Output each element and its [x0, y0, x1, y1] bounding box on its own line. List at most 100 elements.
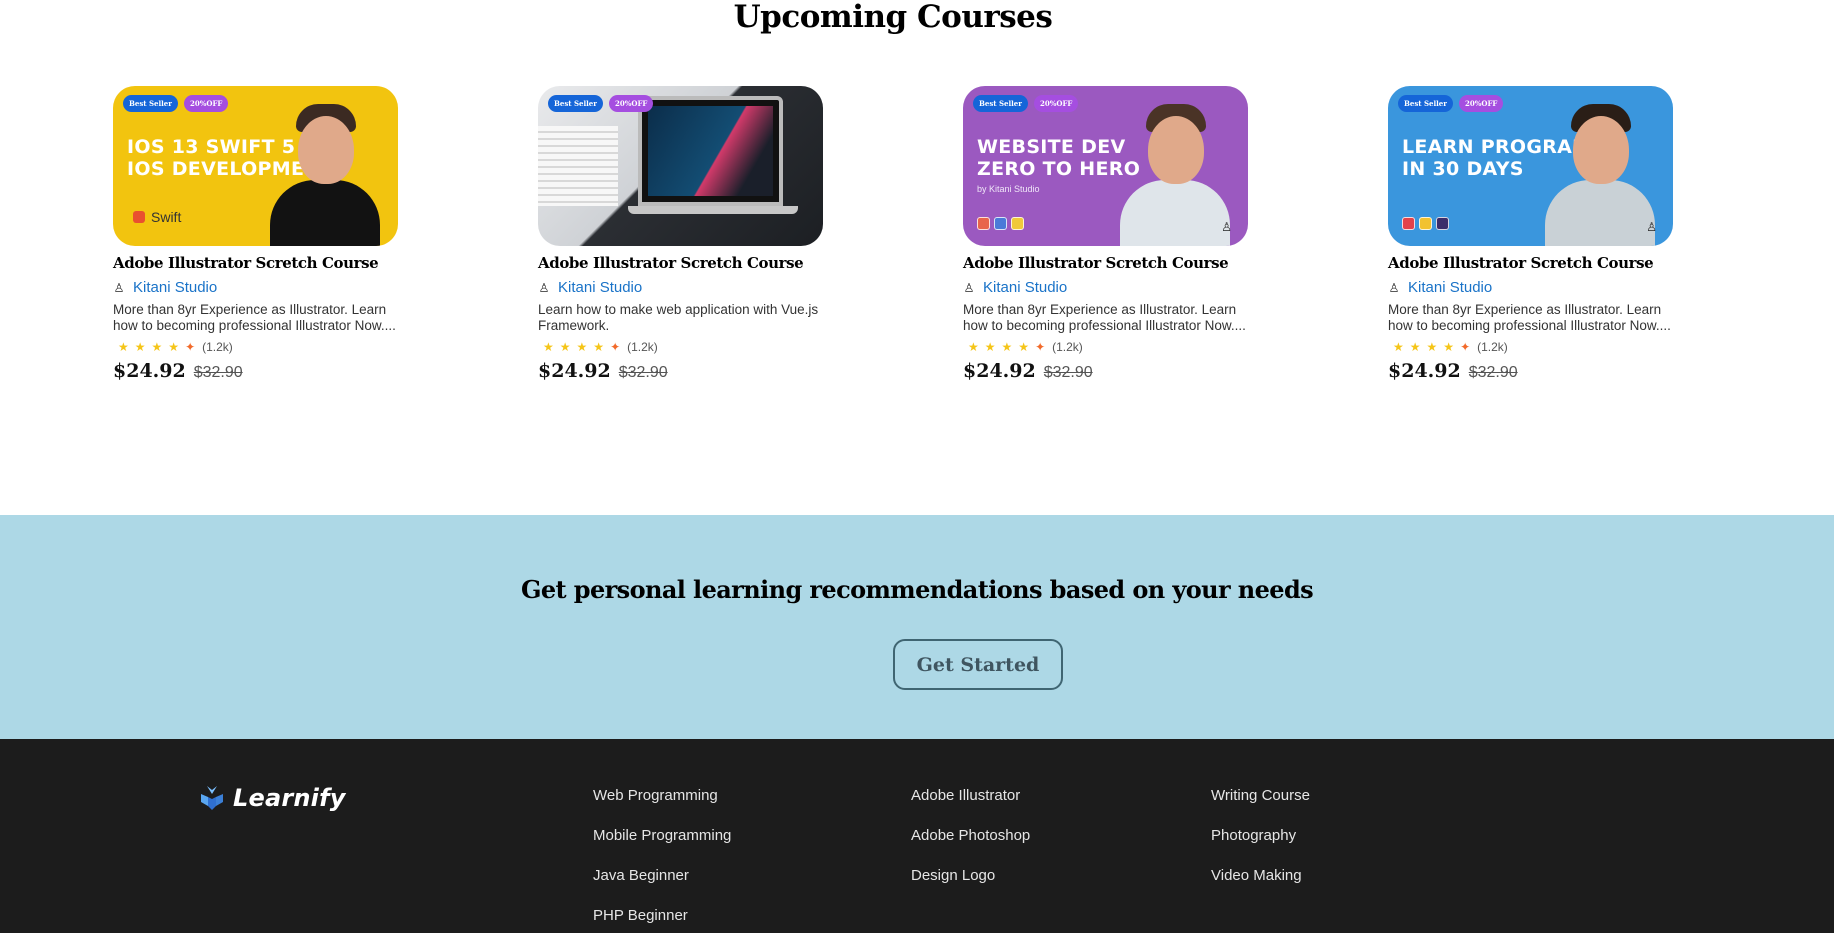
star-icon: ★: [118, 340, 129, 354]
star-icon: ★: [1443, 340, 1455, 354]
author-link[interactable]: Kitani Studio: [558, 279, 642, 296]
star-icon: ★: [576, 340, 588, 354]
price: $24.92: [963, 360, 1036, 382]
price-row: $24.92 $32.90: [963, 360, 1248, 382]
section-title: Upcoming Courses: [733, 0, 1053, 35]
author-link[interactable]: Kitani Studio: [983, 279, 1067, 296]
js-icon: [1011, 217, 1024, 230]
discount-badge: 20%OFF: [608, 95, 654, 112]
footer-link[interactable]: PHP Beginner: [593, 908, 731, 924]
star-icon: ★: [984, 340, 996, 354]
tool-icons: [977, 217, 1024, 230]
author-link[interactable]: Kitani Studio: [133, 279, 217, 296]
star-icon: ★: [1018, 340, 1030, 354]
star-icon: ★: [168, 340, 180, 354]
brand-name: Learnify: [233, 784, 346, 812]
half-star-icon: ✦: [1460, 340, 1471, 354]
get-started-button[interactable]: Get Started: [893, 639, 1063, 690]
best-seller-badge: Best Seller: [1398, 95, 1453, 112]
user-icon: ♙: [963, 280, 975, 295]
half-star-icon: ✦: [185, 340, 196, 354]
course-card[interactable]: Best Seller 20%OFF LEARN PROGRAMI IN 30 …: [1388, 86, 1673, 382]
star-icon: ★: [134, 340, 146, 354]
instructor-photo: [1545, 96, 1655, 246]
course-card[interactable]: Best Seller 20%OFF Adobe Illustrator Scr…: [538, 86, 823, 382]
price-row: $24.92 $32.90: [1388, 360, 1673, 382]
course-description: More than 8yr Experience as Illustrator.…: [113, 302, 396, 333]
trophy-icon: [1419, 217, 1432, 230]
swift-tag: Swift: [133, 209, 181, 225]
footer-link[interactable]: Video Making: [1211, 868, 1310, 884]
footer-link[interactable]: Design Logo: [911, 868, 1030, 884]
user-icon: ♙: [1646, 220, 1657, 234]
star-icon: ★: [151, 340, 163, 354]
user-icon: ♙: [113, 280, 125, 295]
footer-link[interactable]: Adobe Photoshop: [911, 828, 1030, 844]
instructor-photo: [1120, 96, 1230, 246]
css-icon: [994, 217, 1007, 230]
price-row: $24.92 $32.90: [538, 360, 823, 382]
star-icon: ★: [1426, 340, 1438, 354]
course-thumbnail[interactable]: Best Seller 20%OFF LEARN PROGRAMI IN 30 …: [1388, 86, 1673, 246]
star-icon: ★: [968, 340, 979, 354]
discount-badge: 20%OFF: [183, 95, 229, 112]
footer-link[interactable]: Adobe Illustrator: [911, 788, 1030, 804]
best-seller-badge: Best Seller: [123, 95, 178, 112]
price: $24.92: [113, 360, 186, 382]
course-description: More than 8yr Experience as Illustrator.…: [963, 302, 1246, 333]
course-rating: ★ ★ ★ ★ ✦ (1.2k): [113, 340, 398, 354]
star-icon: ★: [593, 340, 605, 354]
banner-title: Get personal learning recommendations ba…: [520, 575, 1314, 604]
recommendations-banner: Get personal learning recommendations ba…: [0, 515, 1834, 739]
star-icon: ★: [1393, 340, 1404, 354]
course-title[interactable]: Adobe Illustrator Scretch Course: [538, 254, 823, 272]
course-rating: ★ ★ ★ ★ ✦ (1.2k): [538, 340, 823, 354]
brand-logo[interactable]: Learnify: [199, 784, 346, 812]
best-seller-badge: Best Seller: [973, 95, 1028, 112]
old-price: $32.90: [1043, 364, 1093, 381]
course-thumbnail[interactable]: Best Seller 20%OFF WEBSITE DEV ZERO TO H…: [963, 86, 1248, 246]
course-card[interactable]: Best Seller 20%OFF WEBSITE DEV ZERO TO H…: [963, 86, 1248, 382]
old-price: $32.90: [193, 364, 243, 381]
books-illustration: [538, 126, 618, 206]
star-icon: ★: [543, 340, 554, 354]
course-title[interactable]: Adobe Illustrator Scretch Course: [1388, 254, 1673, 272]
learnify-logo-icon: [201, 786, 223, 810]
user-icon: ♙: [538, 280, 550, 295]
swift-logo-icon: [133, 211, 145, 223]
footer-link[interactable]: Photography: [1211, 828, 1310, 844]
thumbnail-subtitle: by Kitani Studio: [977, 184, 1040, 194]
star-icon: ★: [559, 340, 571, 354]
footer-link[interactable]: Web Programming: [593, 788, 731, 804]
price-row: $24.92 $32.90: [113, 360, 398, 382]
course-rating: ★ ★ ★ ★ ✦ (1.2k): [963, 340, 1248, 354]
course-author: ♙ Kitani Studio: [113, 279, 398, 296]
course-description: Learn how to make web application with V…: [538, 302, 819, 333]
course-title[interactable]: Adobe Illustrator Scretch Course: [113, 254, 398, 272]
half-star-icon: ✦: [610, 340, 621, 354]
instructor-photo: [270, 96, 380, 246]
course-rating: ★ ★ ★ ★ ✦ (1.2k): [1388, 340, 1673, 354]
footer-column-media: Writing Course Photography Video Making: [1211, 788, 1310, 908]
course-thumbnail[interactable]: Best Seller 20%OFF: [538, 86, 823, 246]
course-title[interactable]: Adobe Illustrator Scretch Course: [963, 254, 1248, 272]
swift-label: Swift: [151, 209, 182, 225]
rating-count: (1.2k): [627, 340, 658, 354]
user-icon: ♙: [1221, 220, 1232, 234]
footer: Learnify Web Programming Mobile Programm…: [0, 739, 1834, 933]
ruby-icon: [1402, 217, 1415, 230]
price: $24.92: [538, 360, 611, 382]
user-icon: ♙: [1388, 280, 1400, 295]
price: $24.92: [1388, 360, 1461, 382]
course-card[interactable]: Best Seller 20%OFF IOS 13 SWIFT 5 IOS DE…: [113, 86, 398, 382]
footer-link[interactable]: Mobile Programming: [593, 828, 731, 844]
course-author: ♙ Kitani Studio: [1388, 279, 1673, 296]
html-icon: [977, 217, 990, 230]
rating-count: (1.2k): [202, 340, 233, 354]
footer-link[interactable]: Java Beginner: [593, 868, 731, 884]
footer-link[interactable]: Writing Course: [1211, 788, 1310, 804]
course-author: ♙ Kitani Studio: [538, 279, 823, 296]
laptop-illustration: [638, 96, 783, 206]
course-thumbnail[interactable]: Best Seller 20%OFF IOS 13 SWIFT 5 IOS DE…: [113, 86, 398, 246]
author-link[interactable]: Kitani Studio: [1408, 279, 1492, 296]
